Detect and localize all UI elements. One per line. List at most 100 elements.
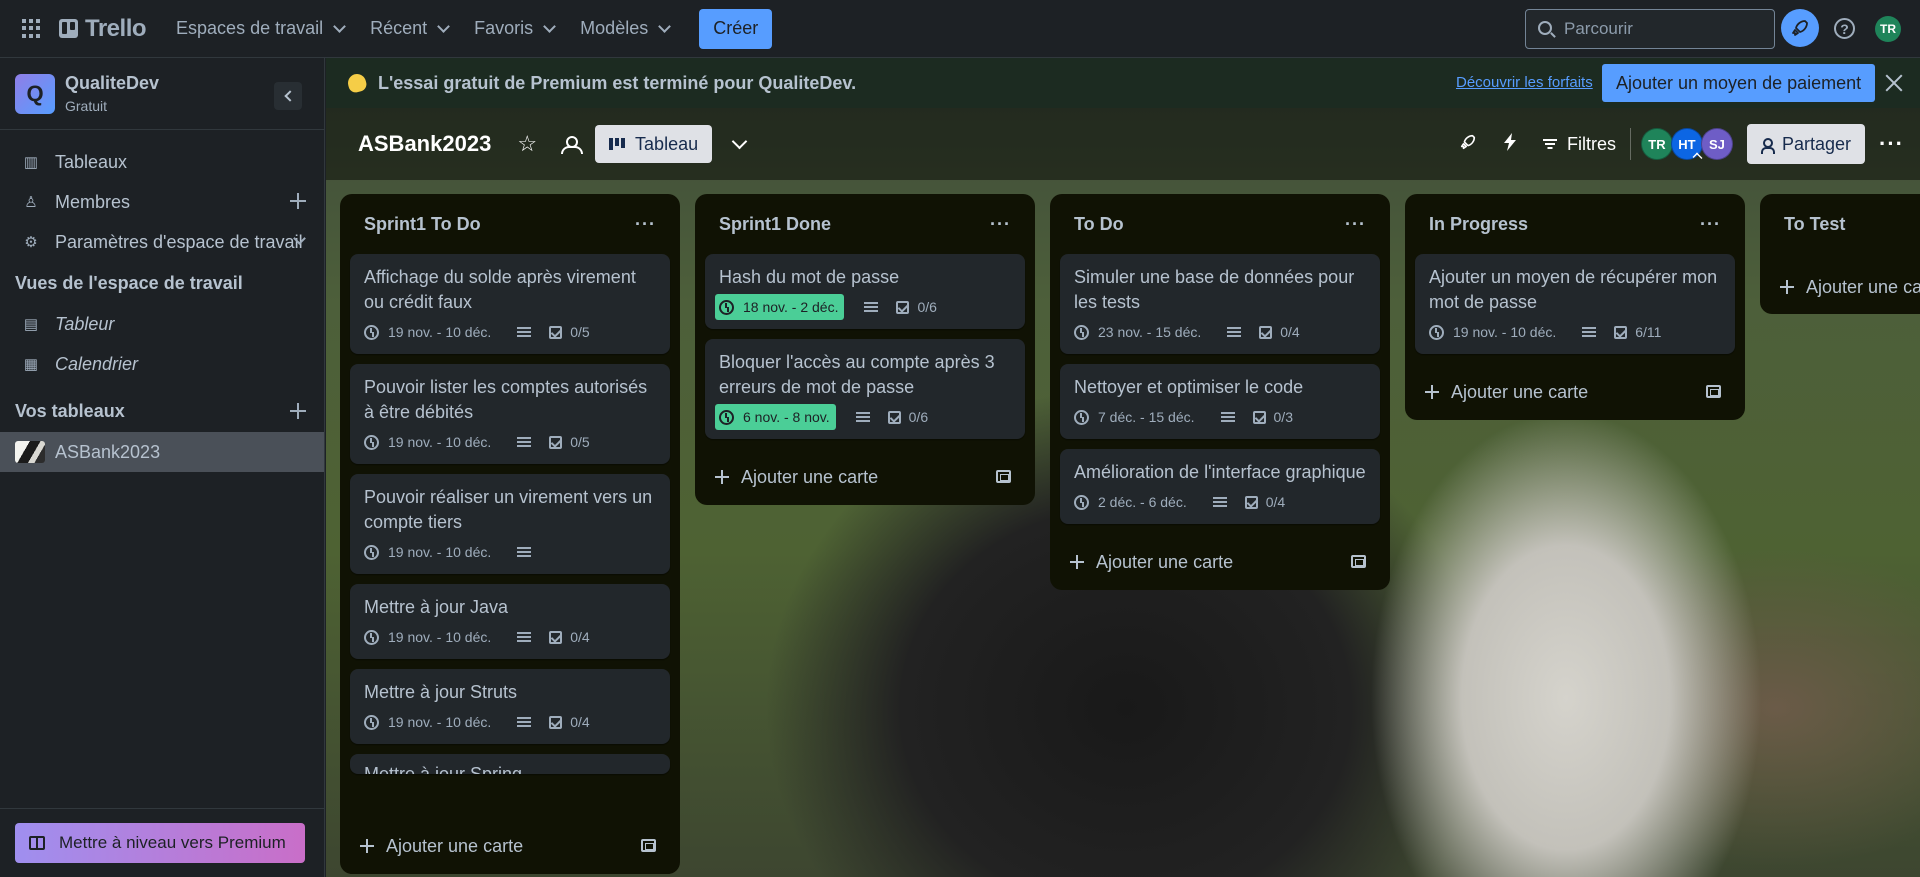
card[interactable]: Ajouter un moyen de récupérer mon mot de… — [1415, 254, 1735, 354]
add-card-button[interactable]: Ajouter une carte — [1415, 364, 1735, 420]
due-date-badge[interactable]: 23 nov. - 15 déc. — [1070, 319, 1207, 345]
member-avatar[interactable]: SJ — [1700, 128, 1733, 160]
card[interactable]: Nettoyer et optimiser le code 7 déc. - 15… — [1060, 364, 1380, 439]
description-icon — [517, 631, 532, 643]
due-date-badge[interactable]: 19 nov. - 10 déc. — [1425, 319, 1562, 345]
due-date-badge[interactable]: 19 nov. - 10 déc. — [360, 539, 497, 565]
card[interactable]: Mettre à jour Struts 19 nov. - 10 déc. 0/4 — [350, 669, 670, 744]
card[interactable]: Affichage du solde après virement ou cré… — [350, 254, 670, 354]
card[interactable]: Hash du mot de passe 18 nov. - 2 déc. 0/6 — [705, 254, 1025, 329]
automation-bolt-icon[interactable] — [1503, 132, 1517, 156]
sidebar-item-settings[interactable]: ⚙ Paramètres d'espace de travail — [0, 222, 324, 262]
add-card-button[interactable]: Ajouter une carte — [705, 449, 1025, 505]
board-canvas: L'essai gratuit de Premium est terminé p… — [326, 58, 1920, 877]
member-avatar[interactable]: HT — [1670, 128, 1703, 163]
person-icon: ♙ — [24, 194, 38, 211]
card[interactable]: Pouvoir réaliser un virement vers un com… — [350, 474, 670, 574]
filters-button[interactable]: Filtres — [1542, 134, 1616, 155]
close-icon[interactable] — [1884, 73, 1904, 93]
add-card-button[interactable]: Ajouter une carte — [1060, 534, 1380, 590]
card-template-icon[interactable] — [1706, 385, 1721, 398]
add-board-icon[interactable] — [290, 403, 306, 419]
list-title[interactable]: Sprint1 Done — [719, 214, 831, 235]
card[interactable]: Bloquer l'accès au compte après 3 erreur… — [705, 339, 1025, 439]
share-button[interactable]: Partager — [1746, 124, 1866, 164]
card[interactable]: Simuler une base de données pour les tes… — [1060, 254, 1380, 354]
card-template-icon[interactable] — [996, 470, 1011, 483]
due-date-badge[interactable]: 7 déc. - 15 déc. — [1070, 404, 1201, 430]
menu-recent[interactable]: Récent — [358, 9, 460, 49]
list-title[interactable]: To Do — [1074, 214, 1124, 235]
list: To Do ··· Simuler une base de données pour… — [1050, 194, 1390, 590]
add-card-button[interactable]: Ajouter une carte — [350, 818, 670, 874]
add-card-button[interactable]: Ajouter une carte — [1770, 254, 1920, 320]
list-title[interactable]: To Test — [1784, 214, 1845, 235]
sidebar-board-asbank2023[interactable]: ASBank2023 — [0, 432, 324, 472]
card-template-icon[interactable] — [641, 839, 656, 852]
due-date-badge[interactable]: 6 nov. - 8 nov. — [715, 404, 836, 430]
sidebar-item-calendar-view[interactable]: ▦ Calendrier — [0, 344, 324, 384]
board-title[interactable]: ASBank2023 — [358, 131, 491, 157]
add-member-icon[interactable] — [290, 193, 306, 209]
workspace-avatar: Q — [15, 73, 55, 114]
chevron-down-icon[interactable] — [731, 133, 748, 149]
list-header[interactable]: In Progress ··· — [1415, 194, 1735, 254]
menu-templates[interactable]: Modèles — [568, 9, 681, 49]
card[interactable]: Mettre à jour Java 19 nov. - 10 déc. 0/4 — [350, 584, 670, 659]
description-icon — [517, 716, 532, 728]
search-input[interactable]: Parcourir — [1525, 9, 1775, 49]
board-view-button[interactable]: Tableau — [595, 125, 713, 163]
help-icon[interactable]: ? — [1834, 18, 1855, 39]
sidebar-divider — [0, 808, 325, 809]
sidebar-item-label: Calendrier — [55, 353, 139, 374]
card-template-icon[interactable] — [1351, 555, 1366, 568]
list-header[interactable]: Sprint1 To Do ··· — [350, 194, 670, 254]
sidebar-item-boards[interactable]: ▥ Tableaux — [0, 142, 324, 182]
sidebar-item-label: Tableaux — [55, 151, 128, 172]
create-button[interactable]: Créer — [699, 8, 773, 49]
star-icon[interactable]: ☆ — [517, 131, 537, 157]
member-avatar[interactable]: TR — [1640, 128, 1673, 160]
workspace-visibility-icon[interactable] — [561, 136, 584, 154]
sidebar-item-members[interactable]: ♙ Membres — [0, 182, 324, 222]
list-more-icon[interactable]: ··· — [1345, 214, 1366, 235]
list-more-icon[interactable]: ··· — [1700, 214, 1721, 235]
due-date-badge[interactable]: 19 nov. - 10 déc. — [360, 624, 497, 650]
more-menu-icon[interactable]: ··· — [1879, 131, 1904, 157]
plus-icon — [1070, 555, 1084, 569]
upgrade-premium-button[interactable]: Mettre à niveau vers Premium — [15, 823, 305, 863]
checklist-icon — [1614, 325, 1628, 339]
card[interactable]: Amélioration de l'interface graphique 2 d… — [1060, 449, 1380, 524]
chevron-left-icon — [284, 90, 296, 102]
power-ups-rocket-icon[interactable] — [1459, 133, 1477, 156]
workspace-name[interactable]: QualiteDev — [65, 73, 159, 94]
app-switcher-icon[interactable] — [22, 18, 42, 39]
card[interactable]: Mettre à jour Spring — [350, 754, 670, 774]
add-payment-button[interactable]: Ajouter un moyen de paiement — [1602, 64, 1876, 102]
checklist-count: 0/4 — [1265, 494, 1286, 510]
menu-starred[interactable]: Favoris — [462, 9, 566, 49]
list-title[interactable]: Sprint1 To Do — [364, 214, 481, 235]
sidebar-item-table-view[interactable]: ▤ Tableur — [0, 304, 324, 344]
due-date-badge[interactable]: 19 nov. - 10 déc. — [360, 319, 497, 345]
due-date-badge[interactable]: 18 nov. - 2 déc. — [715, 294, 845, 320]
trello-logo[interactable]: Trello — [59, 15, 147, 43]
account-avatar[interactable]: TR — [1875, 16, 1901, 42]
list-more-icon[interactable]: ··· — [990, 214, 1011, 235]
clock-icon — [1074, 409, 1089, 425]
board-header: ASBank2023 ☆ Tableau Filtres TR HT SJ Pa… — [326, 108, 1920, 180]
list-header[interactable]: Sprint1 Done ··· — [705, 194, 1025, 254]
card[interactable]: Pouvoir lister les comptes autorisés à ê… — [350, 364, 670, 464]
list-header[interactable]: To Test — [1770, 194, 1920, 254]
notifications-rocket-button[interactable] — [1781, 9, 1819, 47]
due-date-badge[interactable]: 2 déc. - 6 déc. — [1070, 489, 1193, 515]
discover-plans-link[interactable]: Découvrir les forfaits — [1456, 74, 1593, 91]
list-title[interactable]: In Progress — [1429, 214, 1528, 235]
collapse-sidebar-button[interactable] — [274, 82, 302, 110]
list-more-icon[interactable]: ··· — [635, 214, 656, 235]
menu-workspaces[interactable]: Espaces de travail — [164, 9, 356, 49]
due-date-badge[interactable]: 19 nov. - 10 déc. — [360, 709, 497, 735]
add-card-label: Ajouter une carte — [1806, 276, 1920, 297]
list-header[interactable]: To Do ··· — [1060, 194, 1380, 254]
due-date-badge[interactable]: 19 nov. - 10 déc. — [360, 429, 497, 455]
